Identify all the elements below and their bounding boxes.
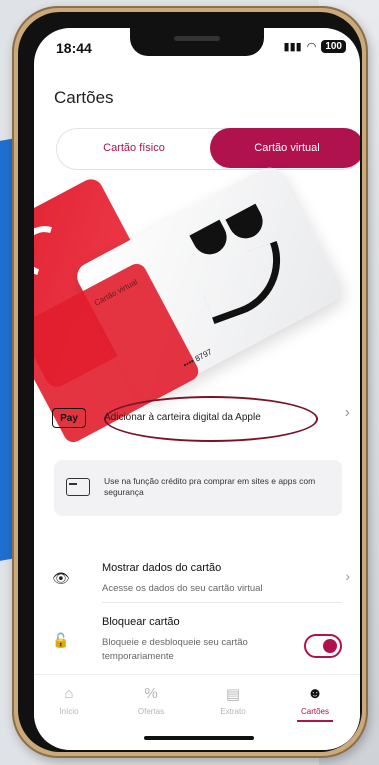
- show-data-title: Mostrar dados do cartão: [102, 562, 222, 574]
- block-card-row: 🔓 Bloquear cartão Bloqueie e desbloqueie…: [34, 608, 360, 662]
- credit-card-icon: [66, 478, 90, 496]
- tab-label: Início: [59, 707, 79, 716]
- home-icon: ⌂: [64, 685, 74, 702]
- card-illustration: Cartão virtual •••• 8797: [34, 162, 360, 446]
- apple-pay-icon: Pay: [52, 408, 86, 428]
- tab-extrato[interactable]: ▤ Extrato: [198, 685, 268, 716]
- page-title: Cartões: [54, 88, 114, 107]
- signal-icon: ▮▮▮: [283, 41, 302, 53]
- card-type-segment: Cartão físico Cartão virtual: [56, 128, 360, 170]
- show-data-subtitle: Acesse os dados do seu cartão virtual: [102, 583, 263, 594]
- home-indicator: [144, 736, 254, 740]
- tab-virtual-card[interactable]: Cartão virtual: [210, 128, 360, 168]
- battery-icon: 100: [321, 40, 346, 53]
- show-card-data-row[interactable]: 👁 Mostrar dados do cartão Acesse os dado…: [34, 548, 360, 603]
- status-time: 18:44: [56, 40, 92, 56]
- tab-label: Cartões: [300, 707, 329, 716]
- chevron-right-icon: ›: [344, 404, 350, 421]
- chevron-right-icon: ›: [345, 568, 350, 584]
- tab-physical-card[interactable]: Cartão físico: [57, 128, 211, 168]
- status-icons: ▮▮▮ ◠ 100: [284, 40, 346, 53]
- red-card-logo: [34, 217, 79, 285]
- apple-wallet-text: Adicionar à carteira digital da Apple: [104, 412, 261, 423]
- eye-icon: 👁: [52, 570, 70, 586]
- speaker: [174, 36, 220, 41]
- divider: [102, 602, 342, 603]
- notch: [130, 28, 264, 56]
- tab-inicio[interactable]: ⌂ Início: [34, 685, 104, 716]
- receipt-icon: ▤: [225, 686, 241, 703]
- add-to-apple-wallet-row[interactable]: Pay Adicionar à carteira digital da Appl…: [34, 394, 360, 442]
- card-face-icon: ☻: [307, 685, 323, 702]
- block-card-toggle[interactable]: [304, 634, 342, 658]
- block-card-subtitle: Bloqueie e desbloqueie seu cartão tempor…: [102, 637, 248, 662]
- apple-pay-label: Pay: [60, 412, 78, 424]
- discount-icon: %: [144, 685, 158, 702]
- wifi-icon: ◠: [306, 41, 317, 53]
- app-screen: 18:44 ▮▮▮ ◠ 100 Cartões Cartão físico Ca…: [34, 28, 360, 750]
- info-text: Use na função crédito pra comprar em sit…: [104, 476, 316, 497]
- toggle-knob: [323, 639, 337, 653]
- tab-label: Ofertas: [137, 707, 165, 716]
- block-card-title: Bloquear cartão: [102, 616, 180, 628]
- tab-ofertas[interactable]: % Ofertas: [116, 685, 186, 716]
- info-box: Use na função crédito pra comprar em sit…: [54, 460, 342, 516]
- lock-icon: 🔓: [52, 632, 70, 648]
- tab-cartoes[interactable]: ☻ Cartões: [280, 685, 350, 722]
- tab-label: Extrato: [220, 707, 246, 716]
